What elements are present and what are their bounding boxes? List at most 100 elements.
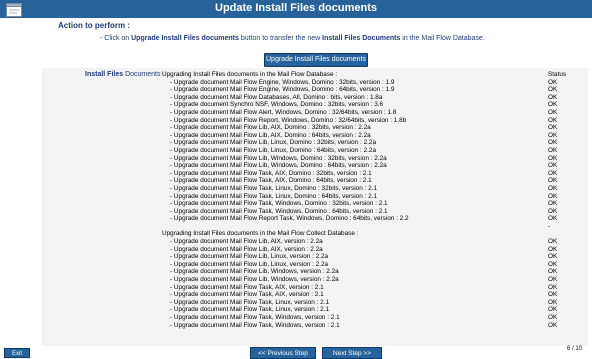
- list-item-status: OK: [548, 162, 558, 170]
- list-item-text: - Upgrade document Mail Flow Lib, Linux,…: [170, 139, 377, 147]
- list-item-status: OK: [548, 192, 558, 200]
- list-item-status: OK: [548, 314, 558, 321]
- list-item-text: - Upgrade document Mail Flow Task, Linux…: [170, 298, 330, 306]
- list-item: - Upgrade document Mail Flow Task, AIX, …: [162, 284, 582, 292]
- list-item-text: - Upgrade document Mail Flow Task, Linux…: [170, 306, 330, 314]
- list-item-text: - Upgrade document Mail Flow Lib, Window…: [170, 162, 387, 170]
- list-item-text: - Upgrade document Mail Flow Task, Windo…: [170, 321, 340, 329]
- list-item-text: - Upgrade document Mail Flow Lib, Linux,…: [170, 253, 329, 261]
- list-item-status: OK: [548, 298, 558, 306]
- list-item-text: - Upgrade document Mail Flow Alert, Wind…: [170, 108, 397, 116]
- section-heading: Upgrading Install Files documents in the…: [162, 230, 582, 238]
- list-item: - Upgrade document Mail Flow Task, Windo…: [162, 322, 582, 330]
- list-item: - Upgrade document Mail Flow Engine, Win…: [162, 86, 582, 94]
- upgrade-install-files-button[interactable]: Upgrade Install Files documents: [264, 53, 368, 67]
- list-item-text: - Upgrade document Mail Flow Report Task…: [170, 215, 409, 223]
- list-item-status: OK: [548, 108, 558, 116]
- list-item: - Upgrade document Mail Flow Task, Windo…: [162, 200, 582, 208]
- list-item-text: - Upgrade document Mail Flow Lib, AIX, v…: [170, 245, 323, 253]
- list-item-text: - Upgrade document Mail Flow Task, Windo…: [170, 314, 340, 321]
- list-item: - Upgrade document Mail Flow Task, Linux…: [162, 299, 582, 307]
- list-item-status: OK: [548, 86, 558, 94]
- list-item-text: - Upgrade document Mail Flow Task, Linux…: [170, 184, 377, 192]
- action-label: Action to perform :: [58, 21, 130, 30]
- list-item-text: - Upgrade document Mail Flow Lib, Linux,…: [170, 260, 329, 268]
- list-item: - Upgrade document Mail Flow Lib, Window…: [162, 276, 582, 284]
- list-item-status: OK: [548, 260, 558, 268]
- list-item: - Upgrade document Mail Flow Databases, …: [162, 94, 582, 102]
- list-item: - Upgrade document Mail Flow Engine, Win…: [162, 79, 582, 87]
- list-item: - Upgrade document Mail Flow Task, AIX, …: [162, 291, 582, 299]
- section-heading: Upgrading Install Files documents in the…: [162, 71, 582, 79]
- list-item: - Upgrade document Mail Flow Report Task…: [162, 215, 582, 223]
- gap-status: -: [548, 222, 551, 230]
- list-item-text: - Upgrade document Mail Flow Task, AIX, …: [170, 283, 324, 291]
- list-item: - Upgrade document Mail Flow Lib, Window…: [162, 268, 582, 276]
- list-item-text: - Upgrade document Mail Flow Task, Linux…: [170, 192, 377, 200]
- list-item-status: OK: [548, 146, 558, 154]
- list-item-status: OK: [548, 139, 558, 147]
- list-item-status: OK: [548, 154, 558, 162]
- list-item: - Upgrade document Mail Flow Report, Win…: [162, 117, 582, 125]
- list-item: - Upgrade document Mail Flow Lib, Window…: [162, 155, 582, 163]
- list-item: - Upgrade document Mail Flow Lib, Linux,…: [162, 261, 582, 269]
- list-item: - Upgrade document Mail Flow Task, AIX, …: [162, 177, 582, 185]
- list-item: - Upgrade document Mail Flow Task, Windo…: [162, 314, 582, 322]
- list-item-status: OK: [548, 283, 558, 291]
- section-gap: -: [162, 223, 582, 231]
- list-item: - Upgrade document Mail Flow Lib, AIX, D…: [162, 132, 582, 140]
- page-title: Update Install Files documents: [215, 2, 377, 14]
- list-item-text: - Upgrade document Mail Flow Task, AIX, …: [170, 169, 372, 177]
- list-item: - Upgrade document Mail Flow Task, Linux…: [162, 193, 582, 201]
- list-item: - Upgrade document Mail Flow Lib, AIX, v…: [162, 246, 582, 254]
- list-item-text: - Upgrade document Mail Flow Report, Win…: [170, 116, 407, 124]
- list-item-status: OK: [548, 268, 558, 276]
- list-item-status: OK: [548, 200, 558, 208]
- section-heading-status: Status: [548, 71, 567, 78]
- list-item-text: - Upgrade document Synchro NSF, Windows,…: [170, 101, 384, 109]
- list-item: - Upgrade document Mail Flow Alert, Wind…: [162, 109, 582, 117]
- list-item-text: - Upgrade document Mail Flow Task, AIX, …: [170, 177, 372, 185]
- step-indicator: 6 / 10: [567, 346, 583, 352]
- list-item-text: - Upgrade document Mail Flow Task, AIX, …: [170, 291, 324, 299]
- list-item-status: OK: [548, 131, 558, 139]
- previous-step-button[interactable]: << Previous Step: [250, 347, 316, 359]
- section-heading-text: Upgrading Install Files documents in the…: [162, 71, 338, 78]
- install-files-documents-label: Install Files Documents: [85, 71, 161, 78]
- list-item-status: OK: [548, 93, 558, 101]
- list-item-text: - Upgrade document Mail Flow Engine, Win…: [170, 78, 395, 86]
- list-item-text: - Upgrade document Mail Flow Databases, …: [170, 93, 383, 101]
- list-item-text: - Upgrade document Mail Flow Lib, AIX, D…: [170, 131, 371, 139]
- list-item-text: - Upgrade document Mail Flow Task, Windo…: [170, 200, 388, 208]
- list-item: - Upgrade document Mail Flow Task, Linux…: [162, 185, 582, 193]
- list-item-status: OK: [548, 276, 558, 284]
- list-item: - Upgrade document Mail Flow Task, AIX, …: [162, 170, 582, 178]
- list-item-text: - Upgrade document Mail Flow Lib, Window…: [170, 154, 387, 162]
- list-item-text: - Upgrade document Mail Flow Lib, Window…: [170, 268, 339, 276]
- list-item-status: OK: [548, 169, 558, 177]
- list-item-text: - Upgrade document Mail Flow Lib, AIX, v…: [170, 238, 323, 246]
- list-item-text: - Upgrade document Mail Flow Lib, Window…: [170, 276, 339, 284]
- list-item: - Upgrade document Mail Flow Lib, Linux,…: [162, 253, 582, 261]
- list-item: - Upgrade document Mail Flow Lib, Linux,…: [162, 139, 582, 147]
- list-item-status: OK: [548, 245, 558, 253]
- exit-button[interactable]: Exit: [4, 348, 30, 358]
- list-item: - Upgrade document Mail Flow Lib, Window…: [162, 162, 582, 170]
- next-step-button[interactable]: Next Step >>: [322, 347, 382, 359]
- list-item-text: - Upgrade document Mail Flow Task, Windo…: [170, 207, 388, 215]
- list-item: - Upgrade document Mail Flow Lib, Linux,…: [162, 147, 582, 155]
- list-item-status: OK: [548, 215, 558, 223]
- upgrade-log-list: Upgrading Install Files documents in the…: [162, 71, 582, 329]
- list-item-status: OK: [548, 253, 558, 261]
- list-item-text: - Upgrade document Mail Flow Lib, Linux,…: [170, 146, 377, 154]
- section-heading-text: Upgrading Install Files documents in the…: [162, 230, 359, 238]
- list-item-status: OK: [548, 321, 558, 329]
- list-item-status: OK: [548, 238, 558, 246]
- list-item: - Upgrade document Mail Flow Task, Linux…: [162, 306, 582, 314]
- list-item-status: OK: [548, 291, 558, 299]
- list-item-text: - Upgrade document Mail Flow Lib, AIX, D…: [170, 124, 371, 132]
- list-item-status: OK: [548, 101, 558, 109]
- list-item-status: OK: [548, 116, 558, 124]
- list-item: - Upgrade document Mail Flow Lib, AIX, D…: [162, 124, 582, 132]
- list-item-status: OK: [548, 207, 558, 215]
